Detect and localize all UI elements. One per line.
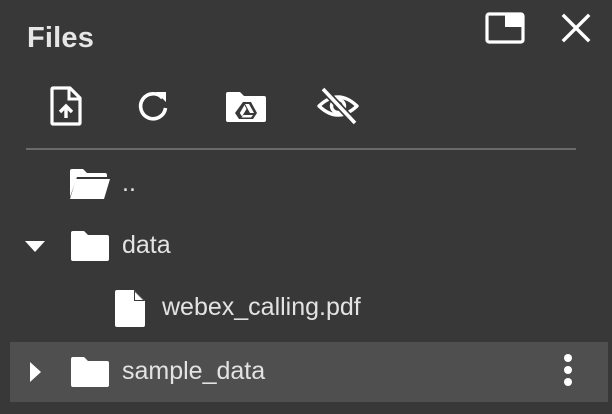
hide-files-icon — [316, 86, 360, 131]
more-options-button[interactable] — [556, 353, 580, 392]
close-panel-button[interactable] — [554, 10, 598, 50]
tree-item-webex-calling-pdf[interactable]: webex_calling.pdf — [10, 278, 608, 338]
tree-item-label: .. — [122, 169, 136, 197]
upload-file-button[interactable] — [40, 82, 92, 134]
upload-file-icon — [49, 85, 83, 131]
caret-right-icon[interactable] — [22, 359, 48, 385]
toggle-hidden-files-button[interactable] — [312, 82, 364, 134]
folder-open-icon — [68, 164, 112, 204]
caret-down-icon[interactable] — [22, 233, 48, 259]
tree-item-data-folder[interactable]: data — [10, 216, 608, 276]
tree-item-sample-data-folder[interactable]: sample_data — [10, 342, 608, 402]
open-in-new-window-button[interactable] — [483, 10, 527, 50]
tree-item-label: sample_data — [122, 357, 266, 385]
refresh-icon — [135, 88, 171, 129]
close-icon — [561, 13, 591, 48]
files-panel: Files .. data webex_calling.pdf sample_d… — [0, 0, 612, 414]
mount-drive-icon — [224, 88, 268, 129]
toolbar-divider — [26, 148, 576, 150]
mount-drive-button[interactable] — [220, 82, 272, 134]
new-window-icon — [485, 11, 525, 49]
tree-item-label: webex_calling.pdf — [162, 293, 361, 321]
folder-icon — [68, 352, 112, 392]
tree-item-label: data — [122, 231, 171, 259]
folder-icon — [68, 226, 112, 266]
file-icon — [108, 288, 152, 328]
refresh-button[interactable] — [127, 82, 179, 134]
more-vert-icon — [563, 353, 573, 392]
tree-item-parent-folder[interactable]: .. — [10, 154, 608, 214]
panel-title: Files — [27, 22, 95, 54]
